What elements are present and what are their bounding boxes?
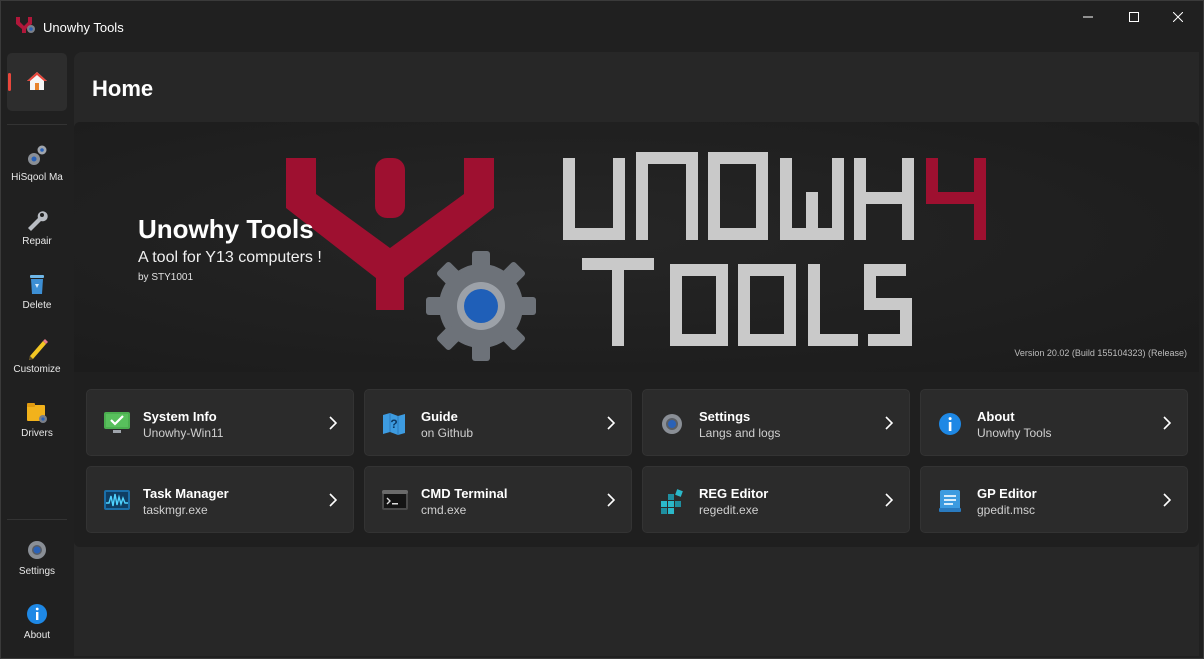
sidebar-item-hisqool[interactable]: HiSqool Ma [1, 139, 73, 199]
drivers-folder-icon [27, 403, 47, 423]
chevron-right-icon [1163, 493, 1171, 507]
close-icon [1173, 12, 1183, 22]
hero-banner: Unowhy Tools A tool for Y13 computers ! … [74, 122, 1199, 547]
card-title: Settings [699, 409, 751, 424]
unowhy-tools-logo-graphic [74, 122, 1199, 372]
info-icon [27, 604, 47, 624]
sidebar-divider [7, 519, 67, 520]
sidebar-item-repair[interactable]: Repair [1, 203, 73, 263]
card-title: GP Editor [977, 486, 1037, 501]
task-manager-icon [104, 490, 130, 510]
sidebar-item-label: Settings [18, 566, 56, 577]
gear-icon [662, 414, 682, 434]
sidebar-item-about[interactable]: About [1, 597, 73, 657]
card-task-manager[interactable]: Task Manager taskmgr.exe [86, 466, 354, 533]
card-title: Task Manager [143, 486, 229, 501]
card-subtitle: Langs and logs [699, 426, 781, 440]
monitor-check-icon [104, 412, 130, 433]
sidebar-divider [7, 124, 67, 125]
recycle-bin-icon [30, 275, 44, 294]
sidebar-item-label: Repair [22, 236, 52, 247]
chevron-right-icon [329, 416, 337, 430]
hero-subtitle: A tool for Y13 computers ! [138, 249, 322, 266]
page-title: Home [92, 76, 154, 101]
pencil-icon [29, 339, 48, 360]
sidebar-item-label: About [23, 630, 51, 641]
version-label: Version 20.02 (Build 155104323) (Release… [1014, 348, 1187, 358]
card-title: CMD Terminal [421, 486, 508, 501]
sidebar-item-label: Drivers [21, 428, 53, 439]
sidebar-item-customize[interactable]: Customize [1, 331, 73, 391]
maximize-icon [1129, 12, 1139, 22]
hero-byline: by STY1001 [138, 272, 194, 283]
sidebar-item-label: Customize [13, 364, 61, 375]
gear-icon [28, 541, 46, 559]
card-title: Guide [421, 409, 458, 424]
chevron-right-icon [885, 493, 893, 507]
card-guide[interactable]: ? Guide on Github [364, 389, 632, 456]
chevron-right-icon [607, 493, 615, 507]
registry-icon [661, 489, 683, 514]
sidebar-item-label: HiSqool Ma [11, 172, 63, 183]
app-window: Unowhy Tools HiSqool Ma Repair Delete Cu… [0, 0, 1204, 659]
card-title: REG Editor [699, 486, 769, 501]
terminal-icon [382, 490, 408, 510]
close-button[interactable] [1155, 1, 1201, 33]
sidebar-item-label: Delete [22, 300, 52, 311]
card-settings[interactable]: Settings Langs and logs [642, 389, 910, 456]
chevron-right-icon [329, 493, 337, 507]
minimize-icon [1083, 16, 1093, 18]
card-subtitle: Unowhy Tools [977, 426, 1052, 440]
card-subtitle: Unowhy-Win11 [143, 426, 224, 440]
chevron-right-icon [885, 416, 893, 430]
info-icon [939, 413, 961, 435]
svg-text:?: ? [390, 417, 397, 431]
card-system-info[interactable]: System Info Unowhy-Win11 [86, 389, 354, 456]
selected-indicator [8, 73, 11, 91]
card-subtitle: on Github [421, 426, 474, 440]
card-gp-editor[interactable]: GP Editor gpedit.msc [920, 466, 1188, 533]
card-subtitle: regedit.exe [699, 503, 759, 517]
card-about[interactable]: About Unowhy Tools [920, 389, 1188, 456]
card-subtitle: cmd.exe [421, 503, 467, 517]
map-guide-icon: ? [383, 413, 405, 435]
chevron-right-icon [607, 416, 615, 430]
home-icon [27, 72, 47, 90]
hero-title: Unowhy Tools [138, 214, 314, 244]
sidebar-item-settings[interactable]: Settings [1, 533, 73, 593]
chevron-right-icon [1163, 416, 1171, 430]
sidebar-item-drivers[interactable]: Drivers [1, 395, 73, 455]
main-content: Home Unowhy Tools A tool for Y13 compute… [74, 52, 1199, 656]
app-title: Unowhy Tools [43, 20, 124, 35]
minimize-button[interactable] [1065, 1, 1111, 33]
policy-document-icon [939, 490, 961, 512]
card-subtitle: gpedit.msc [977, 503, 1036, 517]
app-logo-icon [16, 17, 35, 33]
sidebar-item-delete[interactable]: Delete [1, 267, 73, 327]
sidebar: HiSqool Ma Repair Delete Customize Drive… [1, 49, 73, 659]
title-bar[interactable]: Unowhy Tools [1, 1, 1203, 49]
card-reg-editor[interactable]: REG Editor regedit.exe [642, 466, 910, 533]
card-title: System Info [143, 409, 217, 424]
card-title: About [977, 409, 1015, 424]
card-cmd-terminal[interactable]: CMD Terminal cmd.exe [364, 466, 632, 533]
sidebar-item-home[interactable] [7, 53, 67, 111]
card-subtitle: taskmgr.exe [143, 503, 208, 517]
gears-icon [28, 145, 47, 165]
maximize-button[interactable] [1111, 1, 1157, 33]
wrench-icon [28, 211, 48, 231]
